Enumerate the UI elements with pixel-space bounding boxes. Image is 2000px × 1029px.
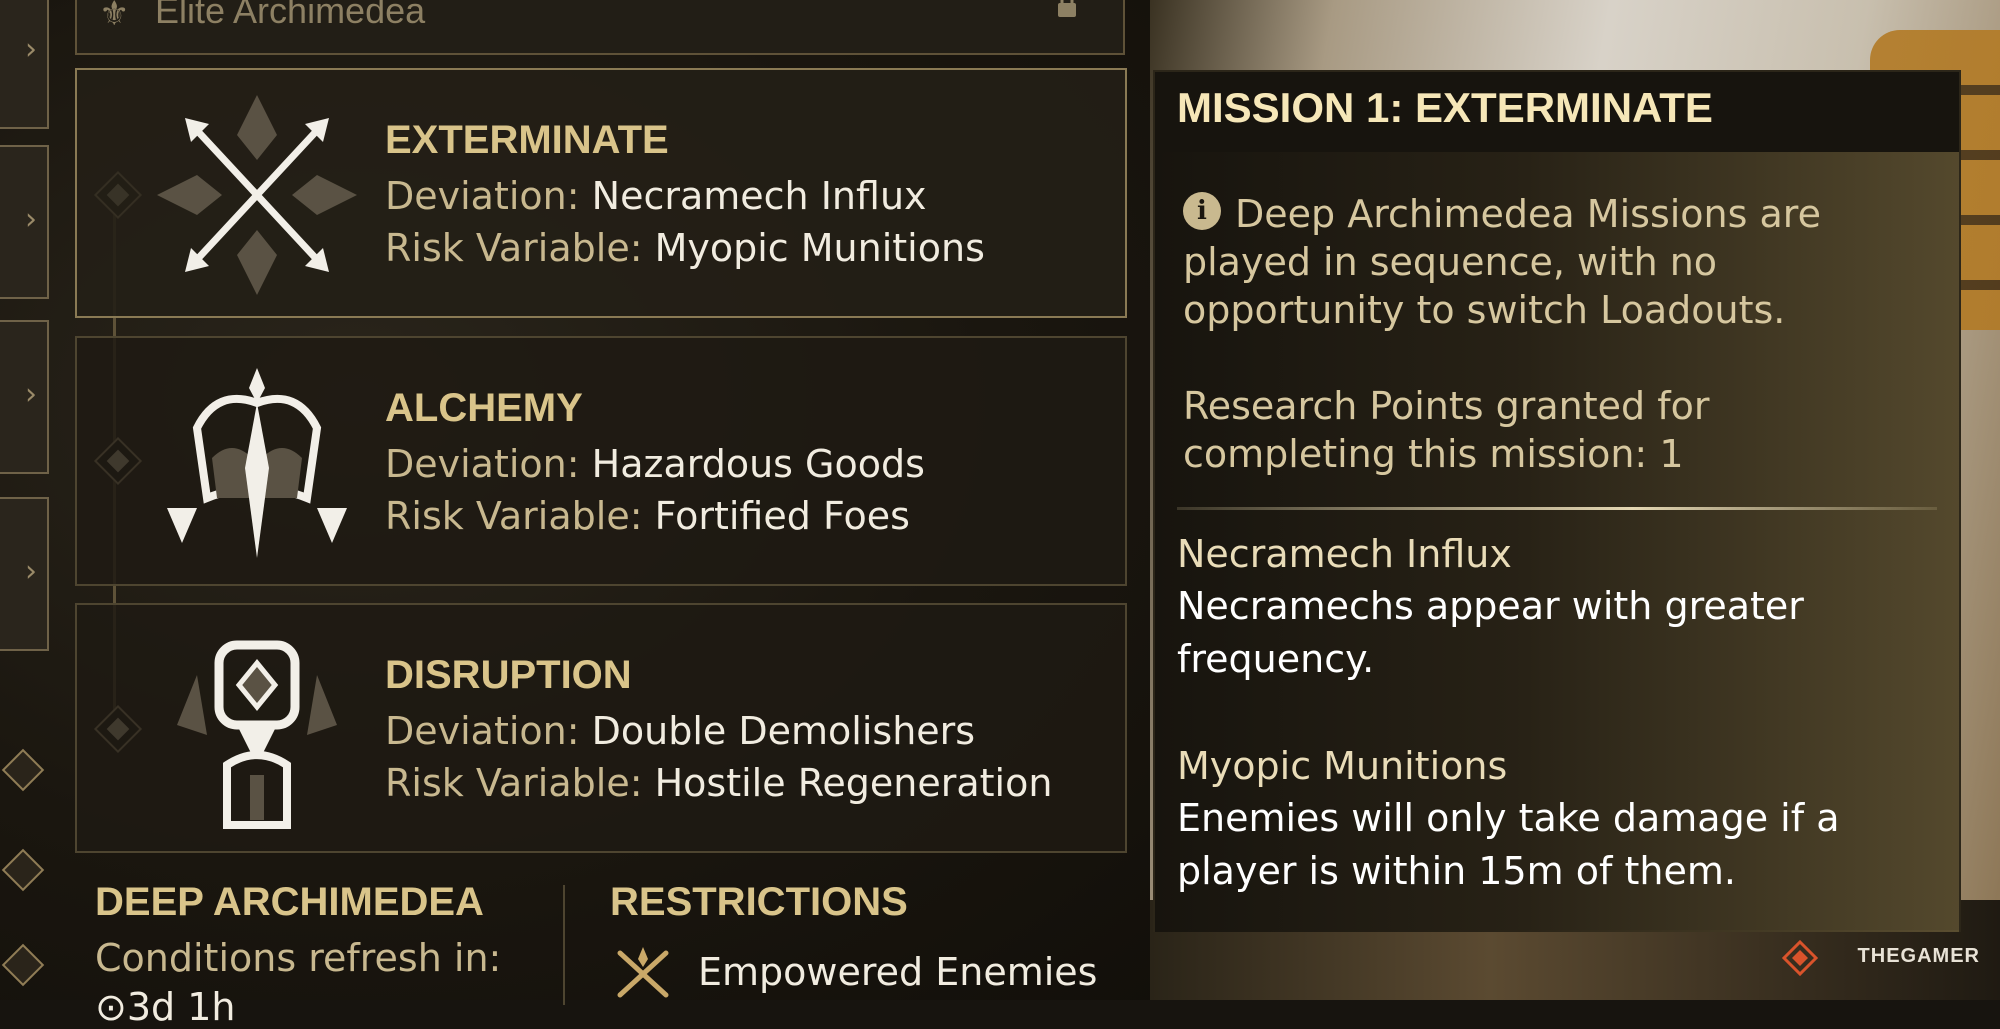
risk-line: Risk Variable: Hostile Regeneration: [385, 761, 1052, 805]
refresh-timer: ⊙3d 1h: [95, 985, 236, 1029]
risk-label: Risk Variable:: [385, 761, 655, 805]
section-divider: [563, 885, 565, 1005]
side-tab-3[interactable]: ›: [0, 320, 49, 474]
mission-detail-panel: MISSION 1: EXTERMINATE i Deep Archimedea…: [1153, 70, 1961, 932]
risk-line: Risk Variable: Myopic Munitions: [385, 226, 985, 270]
deviation-label: Deviation:: [385, 174, 592, 218]
restrictions-title: RESTRICTIONS: [610, 880, 908, 924]
alchemy-icon: [167, 368, 347, 558]
mission-title: EXTERMINATE: [385, 118, 669, 162]
mission-card-disruption[interactable]: DISRUPTION Deviation: Double Demolishers…: [75, 603, 1127, 853]
mission-card-alchemy[interactable]: ALCHEMY Deviation: Hazardous Goods Risk …: [75, 336, 1127, 586]
thegamer-logo-icon: [1782, 940, 1818, 976]
panel-divider: [1177, 507, 1937, 510]
deviation-value: Necramech Influx: [591, 174, 927, 218]
deviation-line: Deviation: Hazardous Goods: [385, 442, 925, 486]
exterminate-icon: [157, 95, 357, 295]
deviation-label: Deviation:: [385, 442, 592, 486]
lock-icon: [1058, 0, 1076, 17]
side-tab-1[interactable]: ›: [0, 0, 49, 129]
deviation-value: Double Demolishers: [591, 709, 976, 753]
watermark: THEGAMER: [1857, 945, 1980, 967]
deviation-name: Necramech Influx: [1177, 532, 1512, 576]
deviation-value: Hazardous Goods: [591, 442, 925, 486]
side-tab-2[interactable]: ›: [0, 145, 49, 299]
deep-archimedea-title: DEEP ARCHIMEDEA: [95, 880, 484, 924]
risk-value: Myopic Munitions: [654, 226, 985, 270]
chevron-right-icon: ›: [25, 377, 37, 412]
risk-line: Risk Variable: Fortified Foes: [385, 494, 910, 538]
risk-label: Risk Variable:: [385, 494, 655, 538]
risk-name: Myopic Munitions: [1177, 744, 1508, 788]
elite-archimedea-tab[interactable]: ⚜ Elite Archimedea: [75, 0, 1125, 55]
mission-title: ALCHEMY: [385, 386, 583, 430]
chevron-right-icon: ›: [25, 202, 37, 237]
deviation-line: Deviation: Necramech Influx: [385, 174, 927, 218]
deviation-line: Deviation: Double Demolishers: [385, 709, 975, 753]
header-title: Elite Archimedea: [155, 0, 426, 31]
risk-description: Enemies will only take damage if a playe…: [1177, 796, 1840, 893]
mission-title: DISRUPTION: [385, 653, 632, 697]
risk-label: Risk Variable:: [385, 226, 655, 270]
chevron-right-icon: ›: [25, 32, 37, 67]
mission-card-exterminate[interactable]: EXTERMINATE Deviation: Necramech Influx …: [75, 68, 1127, 318]
deviation-label: Deviation:: [385, 709, 592, 753]
refresh-label: Conditions refresh in:: [95, 936, 502, 980]
empowered-enemies-icon: [617, 947, 669, 998]
panel-title: MISSION 1: EXTERMINATE: [1177, 84, 1713, 131]
research-points: Research Points granted for completing t…: [1183, 384, 1710, 476]
chevron-right-icon: ›: [25, 554, 37, 589]
sequence-note: Deep Archimedea Missions are played in s…: [1183, 192, 1821, 332]
restriction-item: Empowered Enemies: [698, 950, 1098, 994]
disruption-icon: [177, 640, 337, 829]
deviation-description: Necramechs appear with greater frequency…: [1177, 584, 1804, 681]
risk-value: Hostile Regeneration: [654, 761, 1053, 805]
archimedea-emblem-icon: ⚜: [99, 0, 130, 34]
side-tab-4[interactable]: ›: [0, 497, 49, 651]
risk-value: Fortified Foes: [654, 494, 910, 538]
